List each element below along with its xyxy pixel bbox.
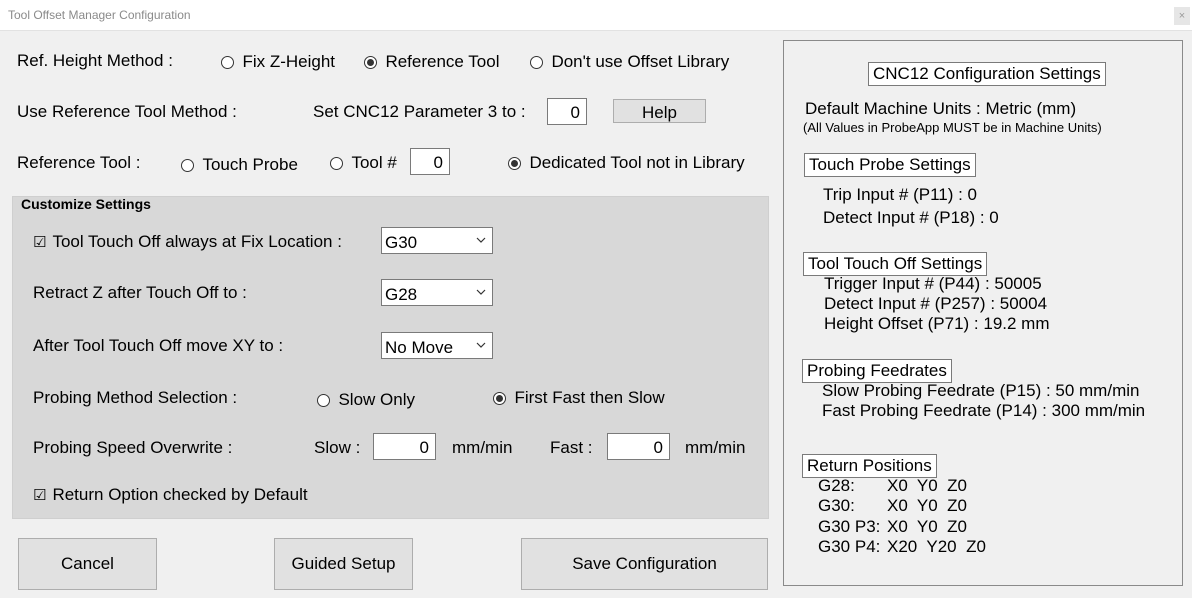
ref-height-label: Ref. Height Method : <box>17 51 173 70</box>
touch-off-location-select[interactable]: G30 <box>381 227 493 254</box>
radio-tool-number[interactable]: Tool # <box>330 153 397 173</box>
radio-label: Touch Probe <box>202 155 298 174</box>
radio-icon <box>221 56 234 70</box>
radio-label: Fix Z-Height <box>242 52 336 71</box>
return-row-value: X20 Y20 Z0 <box>887 537 986 556</box>
chevron-down-icon <box>476 289 486 295</box>
detect-input-257-line: Detect Input # (P257) : 50004 <box>824 294 1048 313</box>
radio-icon <box>317 394 330 408</box>
radio-checked-icon <box>508 157 521 171</box>
radio-fast-then-slow[interactable]: First Fast then Slow <box>493 388 665 408</box>
guided-setup-button[interactable]: Guided Setup <box>274 538 413 590</box>
reference-tool-label: Reference Tool : <box>17 153 141 172</box>
fast-speed-label: Fast : <box>550 438 593 457</box>
return-row-name: G30 P3: <box>818 517 881 536</box>
radio-checked-icon <box>493 392 506 406</box>
radio-icon <box>181 159 194 173</box>
return-row-value: X0 Y0 Z0 <box>887 517 968 536</box>
retract-z-label: Retract Z after Touch Off to : <box>33 283 247 302</box>
param3-input[interactable]: 0 <box>547 98 587 125</box>
radio-label: Don't use Offset Library <box>551 52 730 71</box>
machine-units-line: Default Machine Units : Metric (mm) <box>805 99 1077 118</box>
trigger-input-line: Trigger Input # (P44) : 50005 <box>824 274 1042 293</box>
ref-tool-method-label: Use Reference Tool Method : <box>17 102 237 121</box>
window-title: Tool Offset Manager Configuration <box>8 8 191 22</box>
fast-speed-unit: mm/min <box>685 438 746 457</box>
chevron-down-icon <box>476 237 486 243</box>
radio-touch-probe[interactable]: Touch Probe <box>181 155 298 175</box>
return-positions-title: Return Positions <box>802 454 937 478</box>
radio-dedicated-tool[interactable]: Dedicated Tool not in Library <box>508 153 745 173</box>
chevron-down-icon <box>476 342 486 348</box>
radio-label: Tool # <box>351 153 397 172</box>
touch-off-fix-checkbox[interactable]: ☑ Tool Touch Off always at Fix Location … <box>33 232 342 252</box>
checkbox-checked-icon: ☑ <box>33 234 47 252</box>
radio-checked-icon <box>364 56 377 70</box>
radio-label: Reference Tool <box>385 52 500 71</box>
close-icon[interactable]: × <box>1174 7 1190 25</box>
checkbox-label: Tool Touch Off always at Fix Location : <box>52 232 342 251</box>
radio-label: Slow Only <box>338 390 415 409</box>
slow-speed-input[interactable]: 0 <box>373 433 436 460</box>
fast-speed-input[interactable]: 0 <box>607 433 670 460</box>
after-move-select[interactable]: No Move <box>381 332 493 359</box>
return-row-name: G30 P4: <box>818 537 881 556</box>
radio-dont-use-offset-library[interactable]: Don't use Offset Library <box>530 52 729 72</box>
detect-input-line: Detect Input # (P18) : 0 <box>823 208 999 227</box>
radio-slow-only[interactable]: Slow Only <box>317 390 415 410</box>
save-configuration-button[interactable]: Save Configuration <box>521 538 768 590</box>
return-row-name: G30: <box>818 496 855 515</box>
probing-feedrates-title: Probing Feedrates <box>802 359 952 383</box>
select-value: No Move <box>385 338 454 357</box>
select-value: G28 <box>385 285 418 304</box>
height-offset-line: Height Offset (P71) : 19.2 mm <box>824 314 1050 333</box>
radio-icon <box>330 157 343 171</box>
tool-touch-off-settings-title: Tool Touch Off Settings <box>803 252 988 276</box>
after-move-label: After Tool Touch Off move XY to : <box>33 336 284 355</box>
help-button[interactable]: Help <box>613 99 706 123</box>
customize-settings-title: Customize Settings <box>21 196 151 212</box>
radio-label: First Fast then Slow <box>514 388 665 407</box>
param3-label: Set CNC12 Parameter 3 to : <box>313 102 526 121</box>
return-row-value: X0 Y0 Z0 <box>887 476 968 495</box>
title-bar: Tool Offset Manager Configuration × <box>0 0 1192 31</box>
return-row-value: X0 Y0 Z0 <box>887 496 968 515</box>
slow-speed-unit: mm/min <box>452 438 513 457</box>
probing-method-label: Probing Method Selection : <box>33 388 238 407</box>
radio-fix-z-height[interactable]: Fix Z-Height <box>221 52 335 72</box>
retract-z-select[interactable]: G28 <box>381 279 493 306</box>
cnc12-settings-title: CNC12 Configuration Settings <box>868 62 1106 86</box>
checkbox-label: Return Option checked by Default <box>52 485 308 504</box>
radio-label: Dedicated Tool not in Library <box>529 153 745 172</box>
return-option-checkbox[interactable]: ☑ Return Option checked by Default <box>33 485 308 505</box>
fast-feedrate-line: Fast Probing Feedrate (P14) : 300 mm/min <box>822 401 1146 420</box>
cancel-button[interactable]: Cancel <box>18 538 157 590</box>
speed-overwrite-label: Probing Speed Overwrite : <box>33 438 233 457</box>
trip-input-line: Trip Input # (P11) : 0 <box>823 185 978 204</box>
touch-probe-settings-title: Touch Probe Settings <box>804 153 976 177</box>
slow-feedrate-line: Slow Probing Feedrate (P15) : 50 mm/min <box>822 381 1140 400</box>
select-value: G30 <box>385 233 418 252</box>
radio-reference-tool[interactable]: Reference Tool <box>364 52 500 72</box>
machine-units-note: (All Values in ProbeApp MUST be in Machi… <box>803 120 1102 135</box>
return-row-name: G28: <box>818 476 855 495</box>
radio-icon <box>530 56 543 70</box>
checkbox-checked-icon: ☑ <box>33 487 47 505</box>
tool-number-input[interactable]: 0 <box>410 148 450 175</box>
slow-speed-label: Slow : <box>314 438 361 457</box>
